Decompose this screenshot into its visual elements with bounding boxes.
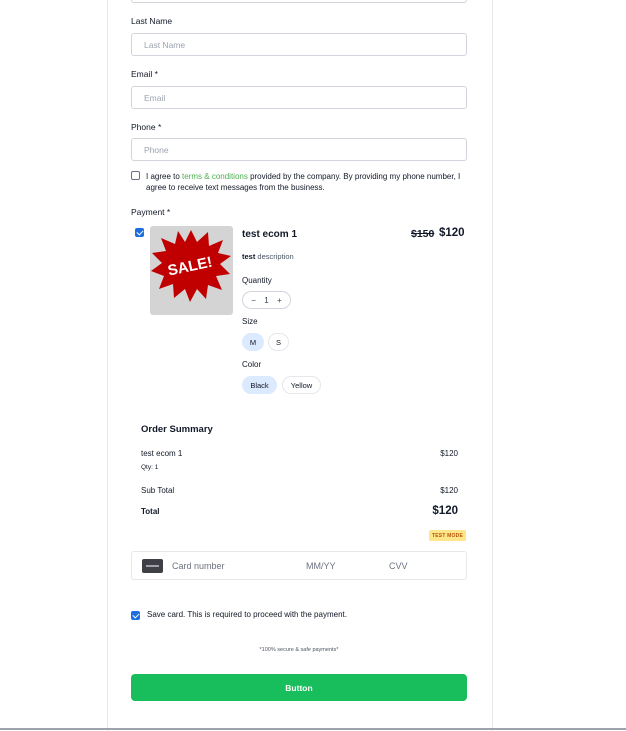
order-summary-title: Order Summary: [141, 424, 213, 435]
product-original-price: $150: [411, 228, 435, 240]
quantity-plus-button[interactable]: +: [277, 296, 282, 305]
size-label: Size: [242, 317, 258, 326]
bottom-divider: [0, 728, 626, 730]
phone-input[interactable]: [131, 138, 467, 161]
product-image: SALE!: [150, 226, 233, 315]
summary-item-price: $120: [440, 449, 458, 458]
description-bold: test: [242, 252, 256, 261]
color-option-yellow[interactable]: Yellow: [282, 376, 321, 394]
total-value: $120: [432, 505, 458, 517]
email-input[interactable]: [131, 86, 467, 109]
summary-item-name: test ecom 1: [141, 449, 183, 458]
email-label: Email *: [131, 69, 158, 79]
sale-burst-icon: SALE!: [151, 230, 231, 302]
card-input[interactable]: Card number MM/YY CVV: [131, 551, 467, 580]
save-card-text: Save card. This is required to proceed w…: [147, 610, 347, 619]
description-rest: description: [255, 252, 294, 261]
quantity-label: Quantity: [242, 276, 272, 285]
previous-field-input[interactable]: [131, 0, 467, 3]
agree-prefix: I agree to: [146, 172, 183, 181]
terms-link[interactable]: terms & conditions: [182, 172, 248, 181]
product-name: test ecom 1: [242, 229, 298, 240]
agree-checkbox[interactable]: [131, 171, 140, 180]
payment-label: Payment *: [131, 207, 171, 217]
subtotal-value: $120: [440, 486, 458, 495]
total-label: Total: [141, 507, 160, 516]
secure-payments-note: *100% secure & safe payments*: [259, 647, 339, 653]
phone-label: Phone *: [131, 122, 162, 132]
quantity-stepper[interactable]: − 1 +: [242, 291, 291, 309]
card-cvv-placeholder[interactable]: CVV: [389, 561, 408, 571]
agree-text: I agree to terms & conditions provided b…: [146, 171, 466, 193]
size-option-s[interactable]: S: [268, 333, 289, 351]
color-label: Color: [242, 360, 262, 369]
product-description: test description: [242, 252, 294, 261]
credit-card-icon: [142, 559, 163, 573]
last-name-label: Last Name: [131, 16, 173, 26]
card-expiry-placeholder[interactable]: MM/YY: [306, 561, 336, 571]
test-mode-badge: TEST MODE: [429, 530, 466, 541]
size-option-m[interactable]: M: [242, 333, 264, 351]
summary-item-qty: Qty: 1: [141, 464, 159, 471]
subtotal-label: Sub Total: [141, 486, 175, 495]
quantity-value: 1: [264, 295, 269, 305]
submit-button[interactable]: Button: [131, 674, 467, 701]
product-checkbox[interactable]: [135, 228, 144, 237]
card-number-placeholder[interactable]: Card number: [172, 561, 225, 571]
product-price: $120: [439, 227, 465, 239]
quantity-minus-button[interactable]: −: [251, 296, 256, 305]
color-option-black[interactable]: Black: [242, 376, 277, 394]
form-card: [107, 0, 493, 731]
save-card-checkbox[interactable]: [131, 611, 140, 620]
last-name-input[interactable]: [131, 33, 467, 56]
